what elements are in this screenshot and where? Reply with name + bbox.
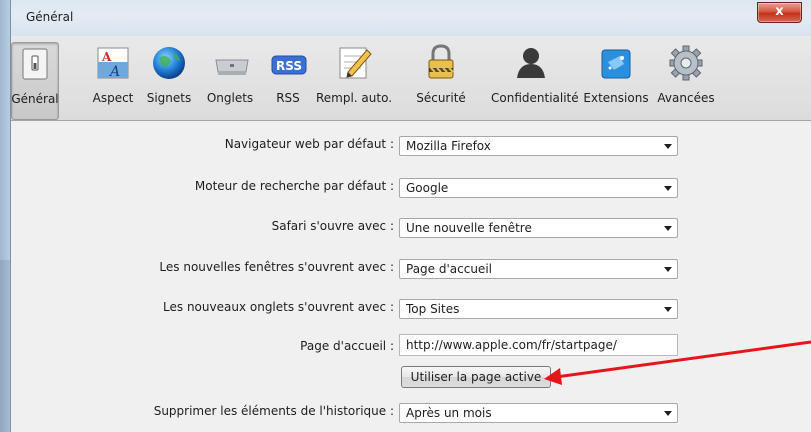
gear-icon bbox=[666, 42, 706, 82]
tab-extensions[interactable]: Extensions bbox=[583, 42, 649, 118]
person-silhouette-icon bbox=[511, 42, 551, 82]
window-left-frame bbox=[0, 0, 11, 432]
safari-opens-value: Une nouvelle fenêtre bbox=[406, 221, 532, 235]
remove-history-select[interactable]: Après un mois bbox=[399, 403, 678, 423]
chevron-down-icon bbox=[664, 267, 672, 272]
arrow-shaft bbox=[555, 340, 811, 379]
svg-text:A: A bbox=[101, 50, 112, 64]
globe-icon bbox=[149, 42, 189, 82]
close-button[interactable]: x bbox=[757, 2, 802, 23]
tab-avancees[interactable]: Avancées bbox=[657, 42, 715, 118]
tab-securite[interactable]: Sécurité bbox=[416, 42, 466, 118]
search-engine-select[interactable]: Google bbox=[399, 178, 678, 198]
new-windows-value: Page d'accueil bbox=[406, 262, 492, 276]
new-tabs-label: Les nouveaux onglets s'ouvrent avec : bbox=[163, 300, 394, 314]
rss-icon: RSS bbox=[269, 42, 309, 82]
preferences-window: Général x Général A A Aspect Signets Ong… bbox=[0, 0, 811, 432]
font-icon: A A bbox=[93, 42, 133, 82]
svg-text:A: A bbox=[108, 64, 120, 80]
chevron-down-icon bbox=[664, 186, 672, 191]
tab-rempl-auto-label: Rempl. auto. bbox=[315, 91, 393, 105]
puzzle-icon bbox=[596, 42, 636, 82]
pencil-form-icon bbox=[334, 42, 374, 82]
tab-onglets[interactable]: Onglets bbox=[207, 42, 253, 118]
chevron-down-icon bbox=[664, 226, 672, 231]
switch-icon bbox=[15, 43, 55, 83]
default-browser-label: Navigateur web par défaut : bbox=[224, 137, 394, 151]
default-browser-select[interactable]: Mozilla Firefox bbox=[399, 136, 678, 156]
remove-history-label: Supprimer les éléments de l'historique : bbox=[153, 404, 394, 418]
tab-confidentialite[interactable]: Confidentialité bbox=[491, 42, 579, 118]
tab-rempl-auto[interactable]: Rempl. auto. bbox=[316, 42, 392, 118]
tab-signets[interactable]: Signets bbox=[147, 42, 191, 118]
chevron-down-icon bbox=[664, 144, 672, 149]
tab-aspect[interactable]: A A Aspect bbox=[93, 42, 133, 118]
tab-securite-label: Sécurité bbox=[416, 91, 466, 105]
new-windows-label: Les nouvelles fenêtres s'ouvrent avec : bbox=[159, 260, 394, 274]
preferences-toolbar: Général A A Aspect Signets Onglets RSS R… bbox=[11, 36, 811, 121]
chevron-down-icon bbox=[664, 411, 672, 416]
rss-badge-text: RSS bbox=[276, 59, 302, 73]
red-arrow-annotation bbox=[544, 340, 811, 385]
tab-general-label: Général bbox=[11, 92, 59, 106]
tabs-icon bbox=[210, 42, 250, 82]
tab-general[interactable]: Général bbox=[11, 42, 59, 120]
search-engine-label: Moteur de recherche par défaut : bbox=[194, 179, 394, 193]
new-tabs-value: Top Sites bbox=[406, 302, 460, 316]
chevron-down-icon bbox=[664, 307, 672, 312]
new-tabs-select[interactable]: Top Sites bbox=[399, 299, 678, 319]
new-windows-select[interactable]: Page d'accueil bbox=[399, 259, 678, 279]
tab-avancees-label: Avancées bbox=[657, 91, 715, 105]
default-browser-value: Mozilla Firefox bbox=[406, 139, 491, 153]
safari-opens-label: Safari s'ouvre avec : bbox=[271, 219, 394, 233]
search-engine-value: Google bbox=[406, 181, 449, 195]
tab-confidentialite-label: Confidentialité bbox=[491, 91, 579, 105]
window-title: Général bbox=[26, 10, 74, 24]
tab-rss[interactable]: RSS RSS bbox=[269, 42, 307, 118]
title-bar[interactable]: Général x bbox=[11, 0, 811, 36]
remove-history-value: Après un mois bbox=[406, 406, 492, 420]
use-current-page-button[interactable]: Utiliser la page active bbox=[401, 366, 551, 388]
arrow-head bbox=[544, 368, 562, 385]
tab-extensions-label: Extensions bbox=[583, 91, 649, 105]
homepage-label: Page d'accueil : bbox=[300, 339, 394, 353]
safari-opens-select[interactable]: Une nouvelle fenêtre bbox=[399, 218, 678, 238]
lock-icon bbox=[421, 42, 461, 82]
